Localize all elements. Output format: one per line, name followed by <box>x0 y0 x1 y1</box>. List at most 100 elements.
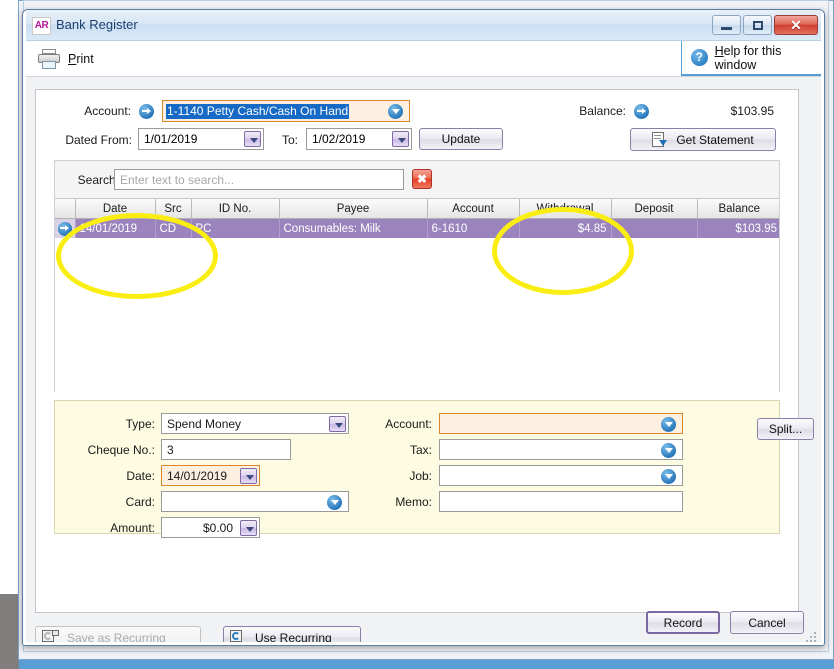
search-label: Search: <box>77 173 119 187</box>
toolbar: Print ? Help for this window <box>23 41 824 77</box>
print-button[interactable]: Print <box>34 45 98 73</box>
date-field[interactable]: 14/01/2019 <box>161 465 260 486</box>
print-label: Print <box>68 52 94 66</box>
date-value: 14/01/2019 <box>167 469 228 483</box>
job-dropdown-icon[interactable] <box>661 469 676 484</box>
window-title: Bank Register <box>56 17 138 32</box>
cell-deposit <box>611 218 698 238</box>
app-icon: AR <box>32 17 51 35</box>
cell-balance: $103.95 <box>697 218 779 238</box>
minimize-button[interactable] <box>712 15 741 35</box>
col-header-withdrawal[interactable]: Withdrawal <box>519 199 612 219</box>
dated-from-calendar-icon[interactable] <box>244 131 261 147</box>
account-dropdown-icon[interactable] <box>388 104 403 119</box>
col-header-src[interactable]: Src <box>155 199 192 219</box>
dated-to-calendar-icon[interactable] <box>392 131 409 147</box>
footer-buttons: Record Cancel <box>646 611 804 634</box>
clear-search-button[interactable]: ✖ <box>412 169 432 189</box>
resize-grip[interactable] <box>806 632 818 644</box>
balance-drill-arrow-icon[interactable] <box>634 104 649 119</box>
maximize-icon <box>752 20 763 30</box>
save-as-recurring-button[interactable]: Save as Recurring <box>35 626 201 645</box>
use-recurring-button[interactable]: Use Recurring <box>223 626 361 645</box>
type-value: Spend Money <box>167 417 242 431</box>
form-account-dropdown-icon[interactable] <box>661 417 676 432</box>
card-field[interactable] <box>161 491 349 512</box>
search-input[interactable] <box>114 169 404 190</box>
maximize-button[interactable] <box>743 15 772 35</box>
balance-block: Balance: $103.95 <box>564 100 794 124</box>
date-calendar-icon[interactable] <box>240 468 257 484</box>
card-dropdown-icon[interactable] <box>327 495 342 510</box>
tax-field[interactable] <box>439 439 683 460</box>
bank-register-window: AR Bank Register ✕ Print ? Help for this… <box>22 9 825 646</box>
job-field[interactable] <box>439 465 683 486</box>
title-bar[interactable]: AR Bank Register ✕ <box>23 10 824 41</box>
minimize-icon <box>721 26 732 30</box>
card-label: Card: <box>125 495 155 509</box>
recurring-buttons: Save as Recurring Use Recurring <box>35 626 435 645</box>
col-header-marker[interactable] <box>55 199 76 219</box>
balance-label: Balance: <box>579 104 626 118</box>
statement-icon <box>652 131 668 148</box>
col-header-payee[interactable]: Payee <box>279 199 428 219</box>
cell-payee: Consumables: Milk <box>279 218 428 238</box>
col-header-id-no[interactable]: ID No. <box>191 199 280 219</box>
split-button[interactable]: Split... <box>757 418 814 440</box>
update-button[interactable]: Update <box>419 128 503 150</box>
type-label: Type: <box>125 417 155 431</box>
tax-dropdown-icon[interactable] <box>661 443 676 458</box>
content-card: Account: 1-1140 Petty Cash/Cash On Hand … <box>35 89 814 613</box>
dated-from-field[interactable]: 1/01/2019 <box>138 128 264 150</box>
account-field[interactable]: 1-1140 Petty Cash/Cash On Hand <box>162 100 410 122</box>
cell-date: 14/01/2019 <box>75 218 156 238</box>
type-dropdown-icon[interactable] <box>329 416 346 432</box>
date-label: Date: <box>126 469 155 483</box>
account-value: 1-1140 Petty Cash/Cash On Hand <box>166 104 350 119</box>
cell-account: 6-1610 <box>427 218 520 238</box>
dated-to-label: To: <box>281 133 298 147</box>
amount-value: $0.00 <box>202 521 233 535</box>
dated-to-field[interactable]: 1/02/2019 <box>306 128 412 150</box>
background-bottom-strip <box>19 660 834 669</box>
use-recurring-label: Use Recurring <box>255 630 332 645</box>
cancel-button[interactable]: Cancel <box>730 611 804 634</box>
dated-from-value: 1/01/2019 <box>144 132 198 146</box>
memo-field[interactable] <box>439 491 683 512</box>
memo-label: Memo: <box>395 495 432 509</box>
dated-to-value: 1/02/2019 <box>312 132 366 146</box>
form-account-label: Account: <box>385 417 432 431</box>
window-controls: ✕ <box>712 15 818 35</box>
form-account-field[interactable] <box>439 413 683 434</box>
close-button[interactable]: ✕ <box>774 15 818 35</box>
help-for-this-window-button[interactable]: ? Help for this window <box>681 41 824 76</box>
row-indicator-cell[interactable] <box>55 218 76 238</box>
col-header-deposit[interactable]: Deposit <box>611 199 698 219</box>
amount-stepper-icon[interactable] <box>240 520 257 536</box>
register-grid[interactable]: Date Src ID No. Payee Account Withdrawal… <box>55 198 779 393</box>
col-header-account[interactable]: Account <box>427 199 520 219</box>
col-header-date[interactable]: Date <box>75 199 156 219</box>
transaction-entry-form: Type: Spend Money Cheque No.: 3 Date: 14… <box>54 400 814 538</box>
table-row[interactable]: 14/01/2019 CD PC Consumables: Milk 6-161… <box>55 218 779 238</box>
help-label: Help for this window <box>714 43 782 72</box>
col-header-balance[interactable]: Balance <box>697 199 779 219</box>
table-header-row: Date Src ID No. Payee Account Withdrawal… <box>55 199 779 219</box>
account-drill-arrow-icon[interactable] <box>139 104 154 119</box>
type-field[interactable]: Spend Money <box>161 413 349 434</box>
amount-field[interactable]: $0.00 <box>161 517 260 538</box>
close-icon: ✕ <box>790 17 802 33</box>
amount-label: Amount: <box>110 521 155 535</box>
balance-value: $103.95 <box>730 104 774 118</box>
date-range-row: Dated From: 1/01/2019 To: 1/02/2019 Upda… <box>36 128 798 152</box>
record-button[interactable]: Record <box>646 611 720 634</box>
cheque-no-field[interactable]: 3 <box>161 439 291 460</box>
dated-from-label: Dated From: <box>65 133 132 147</box>
cell-withdrawal: $4.85 <box>519 218 612 238</box>
printer-icon <box>38 49 60 69</box>
register-grid-panel: Search: ✖ <box>54 160 780 393</box>
help-icon: ? <box>691 49 708 66</box>
get-statement-button[interactable]: Get Statement <box>630 128 776 151</box>
cheque-no-label: Cheque No.: <box>87 443 155 457</box>
cell-id-no: PC <box>191 218 280 238</box>
